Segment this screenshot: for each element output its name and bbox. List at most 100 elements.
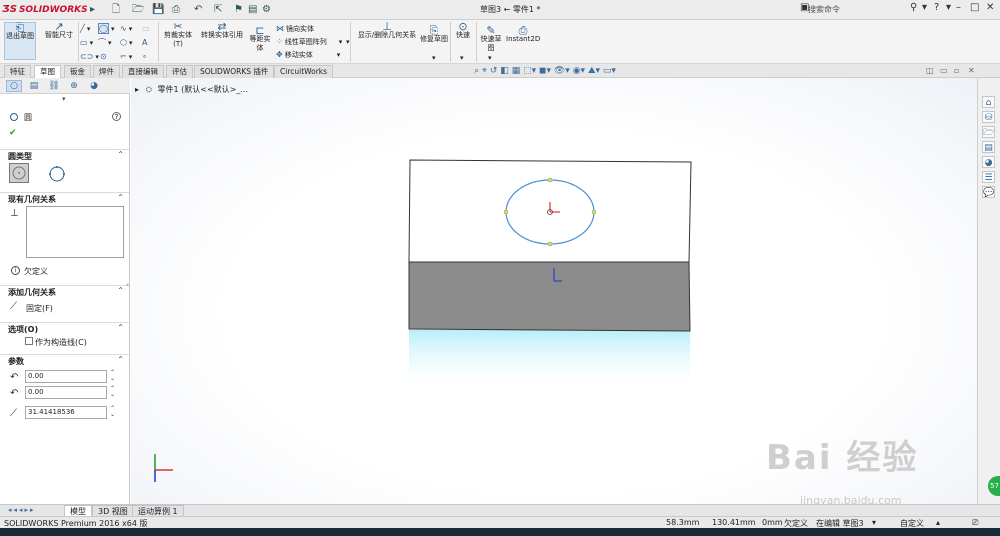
- center-circle-button[interactable]: [9, 163, 29, 183]
- ok-check-icon[interactable]: ✔: [9, 128, 17, 138]
- tab-sheet-metal[interactable]: 钣金: [64, 65, 91, 78]
- viewport-minimize-icon[interactable]: ▭: [940, 66, 948, 75]
- search-icon[interactable]: ⚲: [910, 2, 917, 13]
- status-dropdown-icon[interactable]: ▾: [872, 518, 876, 527]
- display-style-icon[interactable]: ◼▾: [539, 66, 551, 76]
- polygon-tool-icon[interactable]: ⬡ ▾: [120, 38, 133, 48]
- tab-direct-editing[interactable]: 直接编辑: [122, 65, 164, 78]
- panel-expand-icon[interactable]: ▾: [62, 95, 66, 103]
- help-button[interactable]: ?: [934, 2, 939, 13]
- center-y-spinner[interactable]: ⌃ ⌄: [110, 386, 115, 398]
- plane-tool-icon[interactable]: ▭: [142, 24, 152, 34]
- help-dropdown-icon[interactable]: ▾: [946, 2, 951, 13]
- restore-button[interactable]: □: [970, 2, 979, 13]
- help-icon[interactable]: ?: [112, 112, 121, 121]
- zoom-to-area-icon[interactable]: ⌖: [482, 66, 487, 76]
- tab-circuitworks[interactable]: CircuitWorks: [274, 65, 334, 78]
- tab-features[interactable]: 特征: [4, 65, 31, 78]
- rectangle-tool-icon[interactable]: ▭ ▾: [80, 38, 93, 48]
- center-y-input[interactable]: 0.00: [25, 386, 107, 399]
- select-icon[interactable]: ⇱: [214, 3, 222, 17]
- center-x-spinner[interactable]: ⌃ ⌄: [110, 370, 115, 382]
- point-tool-icon[interactable]: ⊙: [100, 52, 109, 62]
- smart-dimension-button[interactable]: ↗ 智能尺寸: [42, 21, 76, 40]
- view-orientation-icon[interactable]: ⬚▾: [523, 66, 536, 76]
- fix-relation-icon[interactable]: ⟋: [10, 301, 17, 312]
- display-relations-button[interactable]: ⊥ 显示/删除几何关系: [354, 21, 420, 40]
- circle-type-section-header[interactable]: 圆类型 ⌃: [0, 149, 129, 161]
- existing-relations-section-header[interactable]: 现有几何关系 ⌃: [0, 192, 129, 204]
- property-manager-tab-icon[interactable]: ⎔: [6, 80, 22, 92]
- exit-sketch-button[interactable]: ⎗ 退出草图: [4, 22, 36, 60]
- panel-splitter-handle[interactable]: ‹: [126, 280, 129, 289]
- design-library-icon[interactable]: 🗁: [982, 126, 995, 138]
- convert-entities-button[interactable]: ⇄ 转换实体引用: [198, 21, 246, 40]
- rapid-sketch-button[interactable]: ✎ 快速草图: [478, 25, 504, 53]
- tab-evaluate[interactable]: 评估: [166, 65, 193, 78]
- status-options-icon[interactable]: ⎚: [972, 518, 978, 528]
- viewport-restore-icon[interactable]: ▫: [954, 66, 959, 75]
- ribbon-dropdown-icon[interactable]: ▾: [488, 54, 492, 63]
- search-dropdown-icon[interactable]: ▾: [922, 2, 927, 13]
- mirror-entities-button[interactable]: ⋈ 镜向实体: [276, 24, 314, 34]
- home-icon[interactable]: ⌂: [982, 96, 995, 108]
- tab-sketch[interactable]: 草图: [34, 65, 61, 78]
- trim-entities-button[interactable]: ✂ 剪裁实体(T): [160, 21, 196, 49]
- offset-entities-button[interactable]: ⊏ 等距实体: [248, 25, 272, 53]
- units-dropdown-icon[interactable]: ▴: [936, 518, 940, 527]
- appearances-icon[interactable]: ◕: [982, 156, 995, 168]
- section-view-icon[interactable]: ◧: [500, 66, 509, 76]
- rebuild-icon[interactable]: ⚑: [234, 3, 243, 17]
- parameters-section-header[interactable]: 参数 ⌃: [0, 354, 129, 366]
- linear-pattern-button[interactable]: ⁘ 线性草图阵列 ▾: [276, 37, 342, 47]
- instant2d-button[interactable]: ⎙ Instant2D: [506, 25, 540, 44]
- print-icon[interactable]: ⎙: [172, 3, 180, 17]
- tab-scroll-buttons[interactable]: ◂◂◂▸▸: [8, 506, 36, 514]
- save-icon[interactable]: 💾: [152, 3, 164, 17]
- ribbon-dropdown-icon[interactable]: ▾: [460, 54, 464, 63]
- solidworks-logo[interactable]: ƷS SOLIDWORKS: [2, 2, 88, 18]
- edit-appearance-icon[interactable]: ◉▾: [573, 66, 585, 76]
- construction-checkbox[interactable]: [25, 337, 33, 345]
- previous-view-icon[interactable]: ↺: [490, 66, 498, 76]
- close-button[interactable]: ✕: [986, 2, 994, 13]
- minimize-button[interactable]: –: [956, 2, 961, 13]
- open-document-icon[interactable]: 🗁: [132, 3, 144, 17]
- ribbon-dropdown-icon[interactable]: ▾: [432, 54, 436, 63]
- move-entities-button[interactable]: ✥ 移动实体 ▾: [276, 50, 340, 60]
- add-relations-section-header[interactable]: 添加几何关系 ⌃: [0, 285, 129, 297]
- resources-icon[interactable]: ⛁: [982, 111, 995, 123]
- apply-scene-icon[interactable]: ⛰▾: [588, 66, 600, 76]
- file-properties-icon[interactable]: ▤: [248, 3, 257, 17]
- fix-relation-label[interactable]: 固定(F): [26, 303, 53, 314]
- radius-spinner[interactable]: ⌃ ⌄: [110, 406, 115, 418]
- line-tool-icon[interactable]: ╱ ▾: [80, 24, 90, 34]
- tab-weldments[interactable]: 焊件: [93, 65, 120, 78]
- options-gear-icon[interactable]: ⚙: [262, 3, 271, 17]
- arc-tool-icon[interactable]: ⌒ ▾: [98, 38, 112, 48]
- file-explorer-icon[interactable]: ▤: [982, 141, 995, 153]
- menu-expand-icon[interactable]: ▸: [90, 3, 95, 17]
- feature-manager-tab-icon[interactable]: ▤: [26, 80, 42, 92]
- viewport-tile-icon[interactable]: ◫: [926, 66, 934, 75]
- new-document-icon[interactable]: 🗋: [112, 3, 120, 17]
- custom-properties-icon[interactable]: ☰: [982, 171, 995, 183]
- options-section-header[interactable]: 选项(O) ⌃: [0, 322, 129, 334]
- quick-snaps-button[interactable]: ⊙ 快速: [452, 21, 474, 40]
- center-x-input[interactable]: 0.00: [25, 370, 107, 383]
- dimxpert-tab-icon[interactable]: ⊕: [66, 80, 82, 92]
- dynamic-annotation-icon[interactable]: ▦: [512, 66, 521, 76]
- slot-tool-icon[interactable]: ⊂⊃ ▾: [80, 52, 99, 62]
- text-tool-icon[interactable]: A: [142, 38, 149, 48]
- tab-solidworks-addins[interactable]: SOLIDWORKS 插件: [194, 65, 275, 78]
- spline-tool-icon[interactable]: ∿ ▾: [120, 24, 132, 34]
- undo-icon[interactable]: ↶: [194, 3, 202, 17]
- perimeter-circle-button[interactable]: [46, 163, 66, 183]
- configuration-manager-tab-icon[interactable]: ⛓: [46, 80, 62, 92]
- ribbon-dropdown-icon[interactable]: ▾: [346, 38, 350, 47]
- view-settings-icon[interactable]: ▭▾: [603, 66, 616, 76]
- forum-icon[interactable]: 💬: [982, 186, 995, 198]
- hide-show-items-icon[interactable]: 👁▾: [554, 66, 570, 76]
- viewport-close-icon[interactable]: ✕: [968, 66, 975, 75]
- centerline-tool-icon[interactable]: ∘: [142, 52, 149, 62]
